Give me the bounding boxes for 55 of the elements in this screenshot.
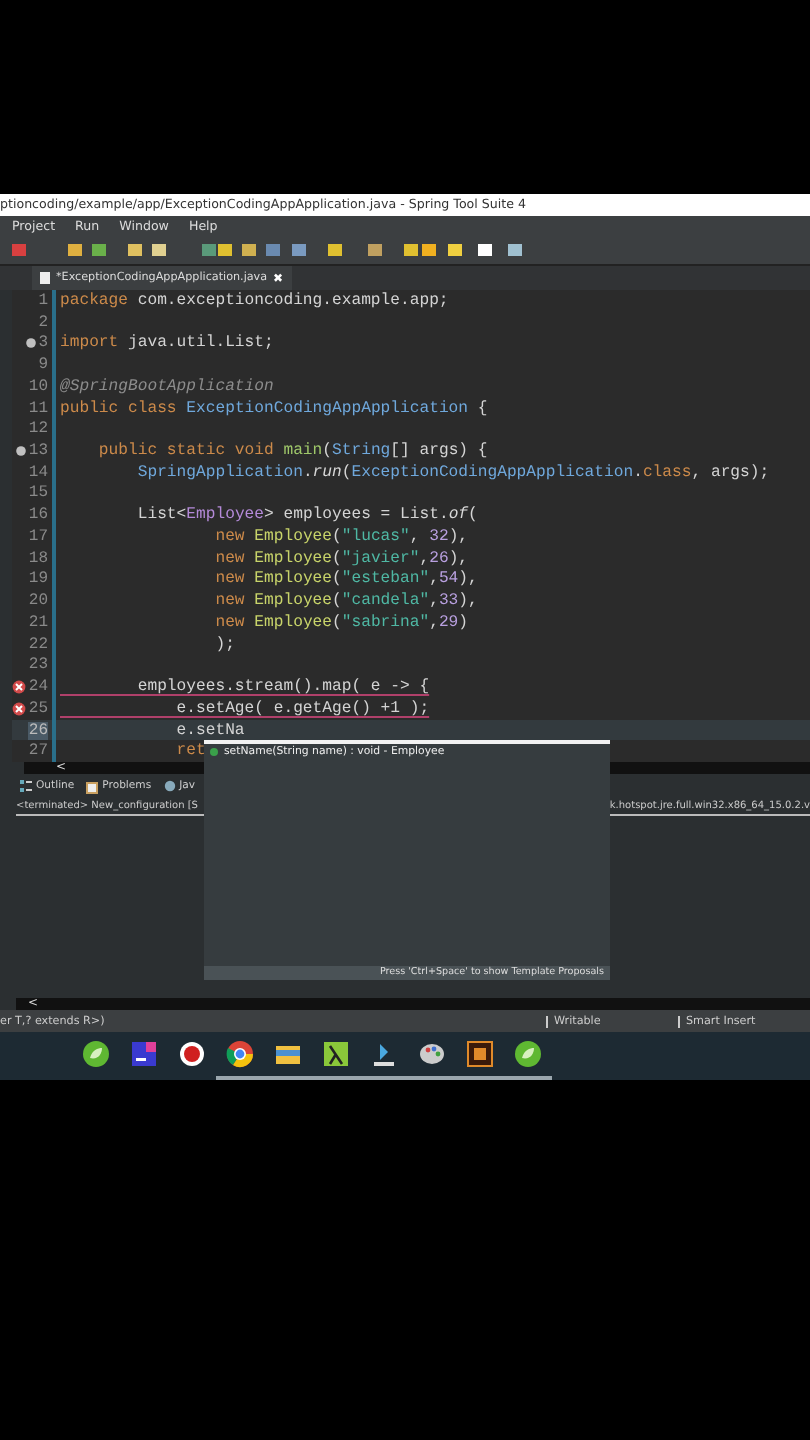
line-number: 3: [38, 334, 48, 353]
line-number: 1: [38, 291, 48, 310]
line-number: 12: [28, 420, 48, 439]
code-line: new Employee("esteban",54),: [213, 570, 478, 589]
line-number: 17: [28, 527, 48, 546]
code-line: @SpringBootApplication: [58, 377, 274, 396]
list-icon: [20, 780, 32, 792]
browser-icon: [226, 1040, 254, 1068]
leaf-icon: [82, 1040, 110, 1068]
line-number: 15: [28, 484, 48, 503]
line-number: 26: [28, 721, 48, 740]
line-number: 9: [38, 356, 48, 375]
line-number: 10: [28, 377, 48, 396]
line-number: 13: [28, 442, 48, 460]
code-line: new Employee("lucas", 32),: [213, 527, 469, 546]
at-icon: [163, 780, 176, 792]
app-icon: [130, 1040, 158, 1068]
palette-icon: [418, 1040, 446, 1068]
record-icon: [178, 1040, 206, 1068]
code-line: package com.exceptioncoding.example.app;: [58, 291, 449, 310]
line-number: 14: [28, 463, 48, 482]
line-number: 22: [28, 635, 48, 654]
code-line: );: [213, 635, 235, 654]
line-number: 16: [28, 506, 48, 525]
download-icon: [370, 1040, 398, 1068]
line-number: 20: [28, 592, 48, 611]
line-number: 18: [28, 549, 48, 568]
clipboard-icon: [86, 779, 99, 793]
method-icon: [210, 748, 218, 756]
leaf-icon: [514, 1040, 542, 1068]
code-line: ret: [174, 742, 206, 761]
code-line: public static void main(String[] args) {: [96, 442, 488, 460]
line-number: 27: [28, 742, 48, 761]
fold-icon[interactable]: [16, 446, 27, 456]
lambda-icon: [322, 1040, 350, 1068]
line-number: 19: [28, 570, 48, 589]
code-line: e.setAge( e.getAge() +1 );: [174, 699, 430, 718]
code-line: employees.stream().map( e -> {: [135, 678, 430, 697]
code-line: public class ExceptionCodingAppApplication {: [58, 399, 488, 418]
line-number: 2: [38, 313, 48, 332]
code-line: e.setNa: [174, 721, 245, 740]
code-line: new Employee("javier",26),: [213, 549, 469, 568]
code-line: new Employee("candela",33),: [213, 592, 478, 611]
app-icon: [466, 1040, 494, 1068]
fold-icon[interactable]: [26, 338, 37, 349]
code-line: SpringApplication.run(ExceptionCodingAppApplication.class, args);: [135, 463, 770, 482]
code-line: List<Employee> employees = List.of(: [135, 506, 478, 525]
line-number: 23: [28, 656, 48, 675]
line-number: 21: [28, 613, 48, 632]
code-line: import java.util.List;: [58, 334, 274, 353]
code-line: new Employee("sabrina",29): [213, 613, 469, 632]
line-number: 25: [28, 699, 48, 718]
line-number: 11: [28, 399, 48, 418]
line-number: 24: [28, 678, 48, 697]
folder-icon: [274, 1040, 302, 1068]
